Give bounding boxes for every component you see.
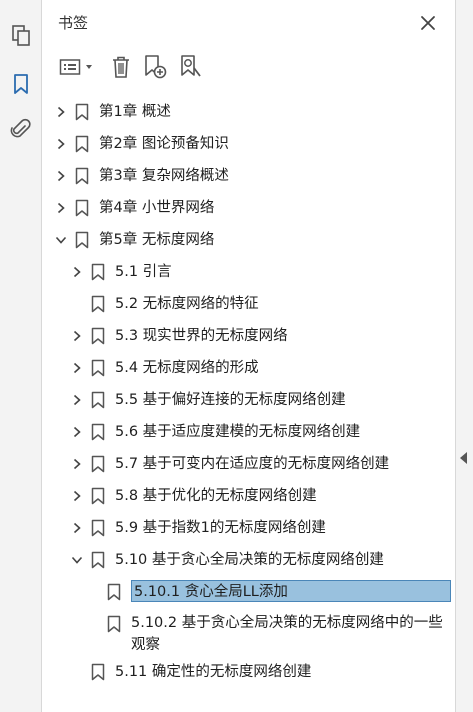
collapse-panel-icon[interactable] (460, 452, 467, 464)
bookmarks-button[interactable] (7, 70, 51, 98)
bookmark-search-icon (181, 55, 201, 77)
bookmark-row[interactable]: 第3章 复杂网络概述 (43, 160, 455, 192)
chevron-right-icon[interactable] (69, 488, 85, 504)
bookmark-icon (91, 551, 105, 569)
bookmark-row[interactable]: 5.5 基于偏好连接的无标度网络创建 (43, 384, 455, 416)
bookmark-icon (91, 663, 105, 681)
bookmark-label[interactable]: 5.3 现实世界的无标度网络 (115, 326, 288, 346)
bookmark-label[interactable]: 5.7 基于可变内在适应度的无标度网络创建 (115, 454, 389, 474)
bookmark-row[interactable]: 5.6 基于适应度建模的无标度网络创建 (43, 416, 455, 448)
chevron-down-icon[interactable] (53, 232, 69, 248)
pages-button[interactable] (7, 22, 35, 50)
bookmark-label[interactable]: 5.2 无标度网络的特征 (115, 294, 259, 314)
bookmark-icon (91, 327, 105, 345)
chevron-right-icon[interactable] (69, 328, 85, 344)
bookmark-label[interactable]: 5.4 无标度网络的形成 (115, 358, 259, 378)
chevron-right-icon[interactable] (69, 392, 85, 408)
bookmark-label[interactable]: 第2章 图论预备知识 (99, 134, 229, 154)
bookmark-label[interactable]: 5.6 基于适应度建模的无标度网络创建 (115, 422, 360, 442)
chevron-right-icon[interactable] (69, 456, 85, 472)
bookmark-icon (91, 359, 105, 377)
chevron-right-icon[interactable] (53, 200, 69, 216)
options-menu-button[interactable] (57, 53, 95, 81)
bookmark-icon (91, 295, 105, 313)
bookmark-label[interactable]: 第5章 无标度网络 (99, 230, 214, 250)
bookmark-row[interactable]: 5.10 基于贪心全局决策的无标度网络创建 (43, 544, 455, 576)
bookmark-row[interactable]: 5.4 无标度网络的形成 (43, 352, 455, 384)
bookmark-label[interactable]: 5.10.1 贪心全局LL添加 (131, 580, 451, 602)
panel-splitter[interactable] (455, 0, 473, 712)
chevron-right-icon[interactable] (69, 264, 85, 280)
bookmark-label[interactable]: 5.11 确定性的无标度网络创建 (115, 662, 311, 682)
panel-title: 书签 (58, 14, 89, 32)
bookmark-icon (91, 391, 105, 409)
bookmark-label[interactable]: 5.5 基于偏好连接的无标度网络创建 (115, 390, 346, 410)
bookmark-icon (91, 519, 105, 537)
bookmark-icon (75, 135, 89, 153)
bookmark-icon (91, 487, 105, 505)
bookmark-label[interactable]: 5.9 基于指数1的无标度网络创建 (115, 518, 326, 538)
bookmark-icon (107, 615, 121, 633)
chevron-right-icon[interactable] (69, 424, 85, 440)
delete-bookmark-button[interactable] (107, 53, 135, 81)
new-bookmark-icon (145, 55, 167, 79)
chevron-right-icon[interactable] (69, 360, 85, 376)
bookmark-row[interactable]: 第5章 无标度网络 (43, 224, 455, 256)
delete-bookmark-icon (113, 56, 129, 78)
bookmark-search-button[interactable] (177, 53, 205, 81)
bookmark-row[interactable]: 5.10.2 基于贪心全局决策的无标度网络中的一些观察 (43, 608, 455, 658)
bookmark-label[interactable]: 5.10 基于贪心全局决策的无标度网络创建 (115, 550, 384, 570)
bookmark-row[interactable]: 5.3 现实世界的无标度网络 (43, 320, 455, 352)
bookmark-row[interactable]: 5.11 确定性的无标度网络创建 (43, 656, 455, 688)
bookmark-row[interactable]: 5.1 引言 (43, 256, 455, 288)
bookmarks-panel: 书签 第1章 概述 第2章 图论预备知识 第3章 复杂网络概述 第4章 小世界网… (43, 0, 455, 712)
bookmark-row[interactable]: 第2章 图论预备知识 (43, 128, 455, 160)
close-icon (421, 16, 435, 30)
chevron-right-icon[interactable] (53, 168, 69, 184)
bookmark-label[interactable]: 第4章 小世界网络 (99, 198, 214, 218)
bookmark-row[interactable]: 5.8 基于优化的无标度网络创建 (43, 480, 455, 512)
bookmark-icon (75, 167, 89, 185)
bookmarks-toolbar (43, 50, 455, 84)
bookmark-label[interactable]: 第3章 复杂网络概述 (99, 166, 229, 186)
bookmark-row[interactable]: 第1章 概述 (43, 96, 455, 128)
bookmark-label[interactable]: 第1章 概述 (99, 102, 171, 122)
bookmark-row[interactable]: 5.9 基于指数1的无标度网络创建 (43, 512, 455, 544)
bookmark-row[interactable]: 第4章 小世界网络 (43, 192, 455, 224)
pages-icon (12, 25, 30, 46)
bookmark-label[interactable]: 5.10.2 基于贪心全局决策的无标度网络中的一些观察 (131, 612, 449, 656)
bookmark-icon (14, 74, 28, 94)
chevron-right-icon[interactable] (53, 136, 69, 152)
attachments-button[interactable] (7, 116, 35, 144)
bookmark-row-selected[interactable]: 5.10.1 贪心全局LL添加 (43, 576, 455, 608)
chevron-right-icon[interactable] (69, 520, 85, 536)
chevron-down-icon (85, 65, 92, 69)
bookmark-icon (91, 423, 105, 441)
bookmark-row[interactable]: 5.7 基于可变内在适应度的无标度网络创建 (43, 448, 455, 480)
navigation-rail (0, 0, 51, 712)
new-bookmark-button[interactable] (141, 53, 169, 81)
bookmark-icon (75, 231, 89, 249)
bookmark-icon (91, 263, 105, 281)
chevron-right-icon[interactable] (53, 104, 69, 120)
options-menu-icon (59, 59, 80, 75)
close-button[interactable] (417, 12, 439, 34)
bookmark-icon (91, 455, 105, 473)
bookmark-icon (75, 199, 89, 217)
bookmark-label[interactable]: 5.1 引言 (115, 262, 172, 282)
bookmark-icon (75, 103, 89, 121)
chevron-down-icon[interactable] (69, 552, 85, 568)
bookmark-row[interactable]: 5.2 无标度网络的特征 (43, 288, 455, 320)
bookmark-icon (107, 583, 121, 601)
attachment-icon (10, 118, 31, 138)
bookmark-label[interactable]: 5.8 基于优化的无标度网络创建 (115, 486, 317, 506)
